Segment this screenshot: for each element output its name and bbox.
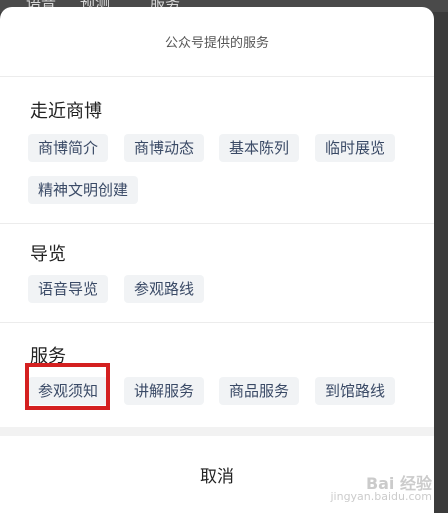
section-title: 服务 [30, 346, 66, 367]
menu-item-civilization[interactable]: 精神文明创建 [28, 176, 139, 204]
menu-item-guide-service[interactable]: 讲解服务 [124, 377, 205, 405]
watermark-url: jingyan.baidu.com [330, 490, 432, 503]
cancel-separator [0, 427, 434, 436]
services-action-sheet: 公众号提供的服务 走近商博 商博简介 商博动态 基本陈列 临时展览 精神文明创建… [0, 7, 434, 513]
menu-item-merchandise[interactable]: 商品服务 [219, 377, 300, 405]
menu-item-news[interactable]: 商博动态 [124, 134, 205, 162]
section-title: 走近商博 [30, 101, 102, 122]
sheet-header: 公众号提供的服务 [0, 7, 434, 77]
menu-item-temporary-exhibition[interactable]: 临时展览 [315, 134, 396, 162]
sections-container: 走近商博 商博简介 商博动态 基本陈列 临时展览 精神文明创建 导览 语音导览 … [0, 77, 434, 427]
menu-item-basic-exhibition[interactable]: 基本陈列 [219, 134, 300, 162]
section-title: 导览 [30, 244, 66, 265]
divider [0, 223, 434, 224]
menu-item-audio-guide[interactable]: 语音导览 [28, 275, 109, 303]
menu-item-visit-route[interactable]: 参观路线 [124, 275, 205, 303]
menu-item-visitor-notice[interactable]: 参观须知 [28, 377, 109, 405]
watermark-logo: Bai 经验 [365, 474, 432, 493]
menu-item-directions[interactable]: 到馆路线 [315, 377, 396, 405]
sheet-title: 公众号提供的服务 [164, 36, 269, 51]
watermark: Bai 经验 jingyan.baidu.com [330, 474, 432, 504]
divider [0, 322, 434, 323]
menu-item-intro[interactable]: 商博简介 [28, 134, 109, 162]
